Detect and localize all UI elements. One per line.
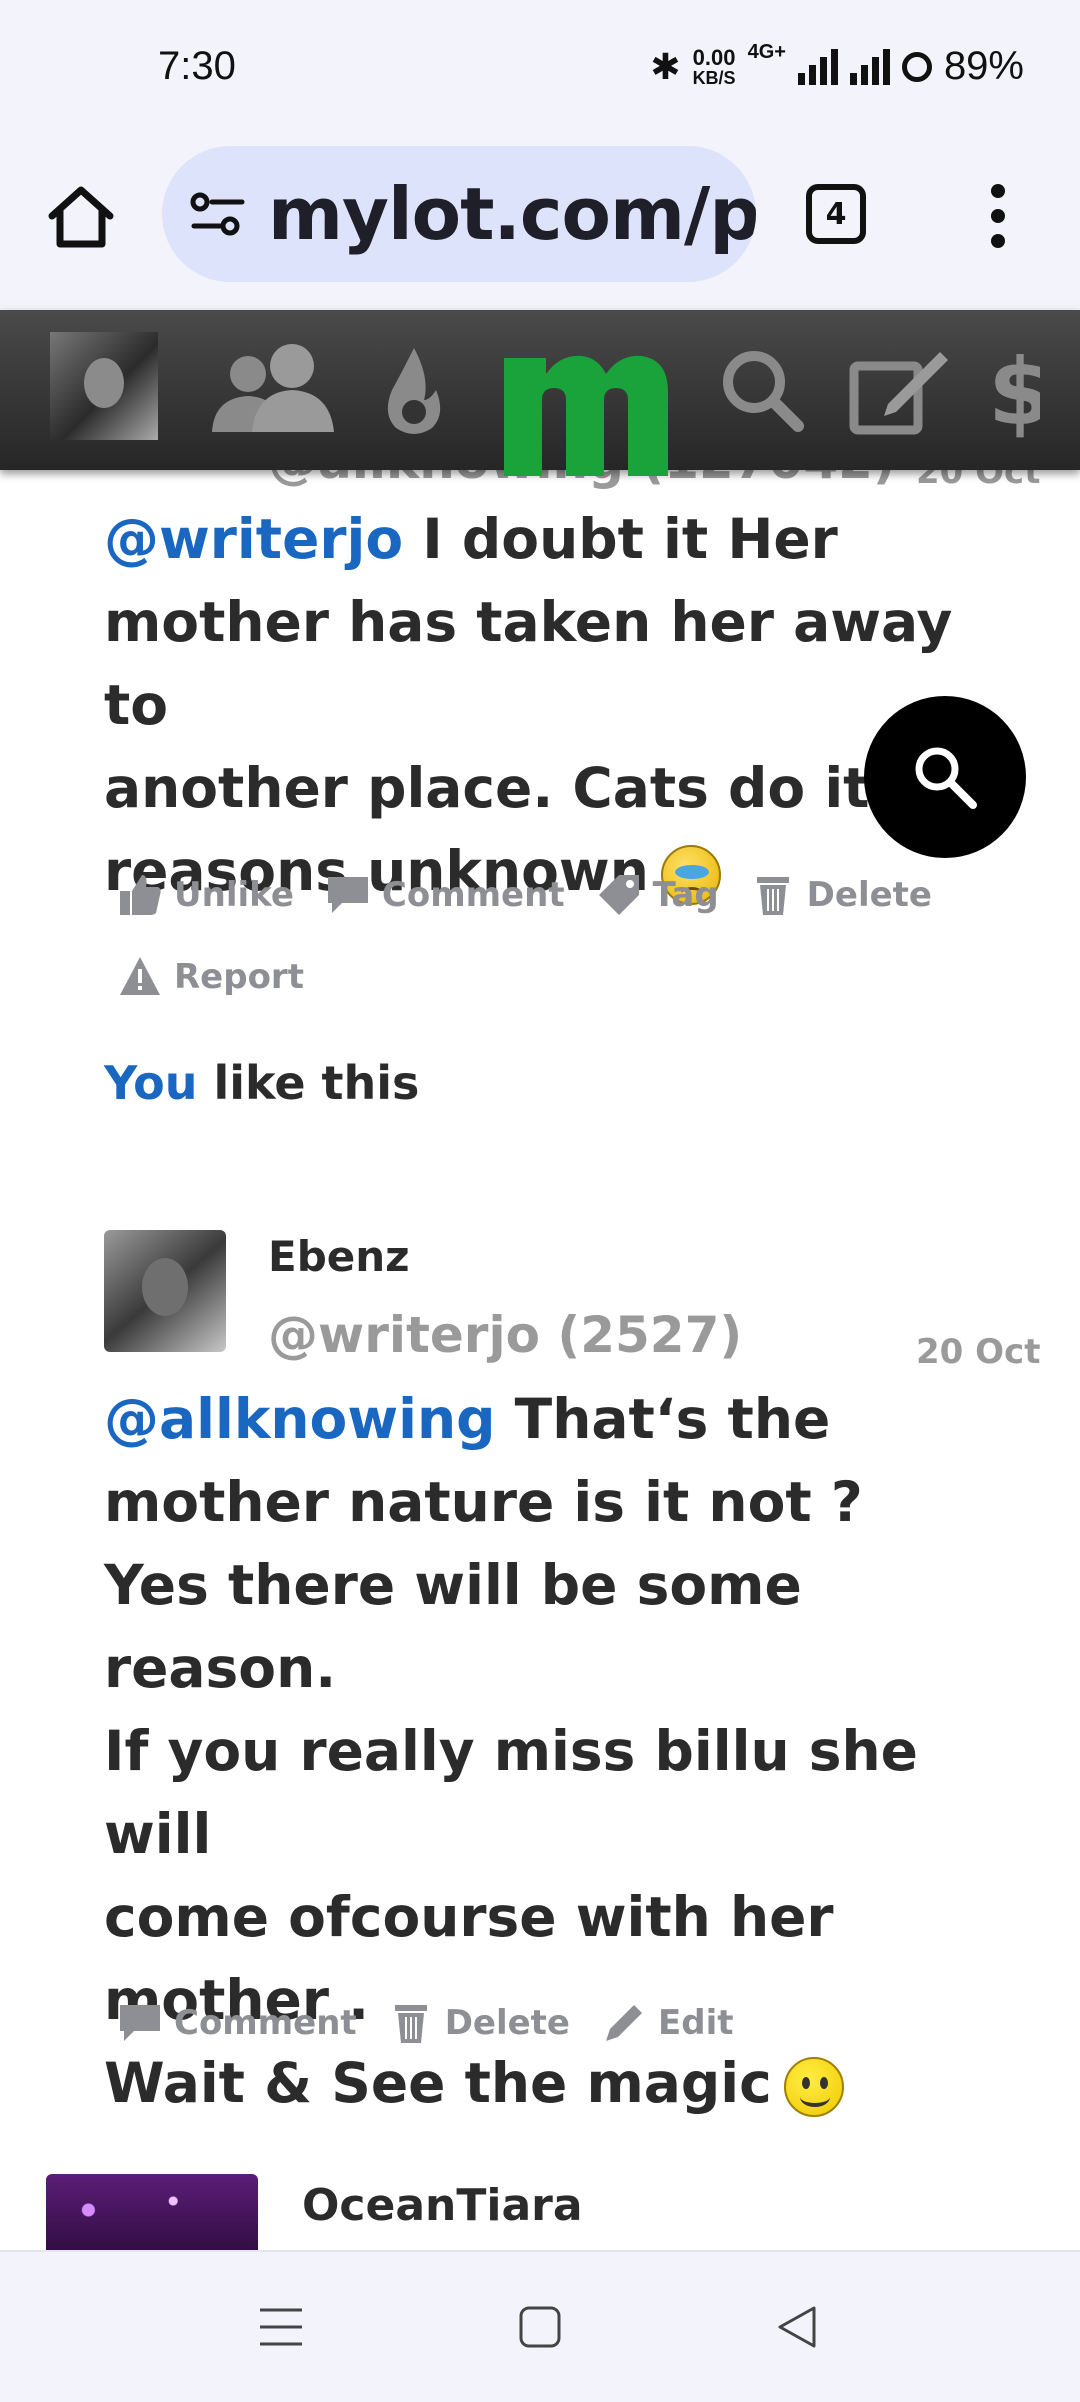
delete-button[interactable]: Delete [389, 1996, 570, 2050]
back-icon[interactable] [774, 2304, 820, 2350]
search-icon[interactable] [716, 340, 806, 440]
address-bar[interactable]: mylot.com/p [162, 146, 756, 282]
write-icon[interactable] [848, 340, 952, 440]
comment-text: @writerjo I doubt it Her mother has take… [104, 507, 978, 905]
tag-icon [598, 875, 639, 915]
smiley-emoji [783, 2056, 844, 2117]
floating-search-button[interactable] [864, 696, 1026, 858]
mention-link[interactable]: @writerjo [104, 507, 403, 571]
search-icon [915, 747, 977, 809]
svg-text:$: $ [988, 340, 1040, 440]
comment-actions: Unlike Comment Tag Delete Report [118, 868, 938, 1004]
earnings-dollar-icon[interactable]: $ [984, 340, 1040, 440]
overflow-menu-icon[interactable] [988, 184, 1008, 248]
profile-avatar[interactable] [50, 332, 158, 440]
report-button[interactable]: Report [118, 950, 304, 1004]
thumbs-up-icon [120, 875, 161, 915]
battery-level: 89% [943, 44, 1024, 88]
comment-icon [120, 2005, 160, 2041]
mylot-logo[interactable] [498, 300, 670, 476]
edit-button[interactable]: Edit [602, 1996, 733, 2050]
bluetooth-icon: ✱ [650, 45, 681, 87]
network-speed: 0.00 KB/S [692, 44, 736, 88]
comment-date: 20 Oct [916, 470, 1041, 492]
mention-link[interactable]: @allknowing [104, 1387, 496, 1451]
network-type: 4G+ [747, 41, 786, 63]
unlike-button[interactable]: Unlike [118, 868, 294, 922]
comment-button[interactable]: Comment [118, 1996, 357, 2050]
comment-button[interactable]: Comment [326, 868, 565, 922]
trash-icon [394, 2005, 427, 2043]
comment-actions: Comment Delete Edit [118, 1996, 938, 2050]
comment-handle[interactable]: @writerjo (2527) [268, 1306, 742, 1364]
avatar[interactable] [46, 2174, 258, 2250]
system-nav-bar [0, 2250, 1080, 2402]
site-settings-icon[interactable] [190, 190, 246, 238]
battery-ring-icon [901, 51, 932, 82]
signal-icon [797, 48, 838, 85]
recent-apps-icon[interactable] [258, 2304, 304, 2350]
comment-date: 20 Oct [916, 1332, 1041, 1372]
friends-icon[interactable] [204, 340, 340, 440]
home-nav-icon[interactable] [518, 2304, 562, 2350]
tab-switcher-button[interactable]: 4 [806, 184, 866, 244]
pencil-icon [606, 2005, 642, 2041]
status-bar: 7:30 ✱ 0.00 KB/S 4G+ 89% [0, 0, 1080, 140]
avatar[interactable] [104, 1230, 226, 1352]
comment-author-name[interactable]: OceanTiara [302, 2180, 583, 2231]
tag-button[interactable]: Tag [597, 868, 719, 922]
delete-button[interactable]: Delete [751, 868, 932, 922]
comment-author-name[interactable]: Ebenz [268, 1232, 410, 1281]
browser-toolbar: mylot.com/p 4 [0, 140, 1080, 310]
warning-icon [120, 957, 160, 995]
likes-summary: You like this [104, 1056, 420, 1110]
comment-icon [327, 877, 368, 913]
status-icons: ✱ 0.00 KB/S 4G+ 89% [650, 41, 1024, 89]
home-icon[interactable] [44, 180, 118, 254]
trash-icon [756, 877, 789, 915]
url-text[interactable]: mylot.com/p [268, 172, 756, 256]
hot-flame-icon[interactable] [380, 340, 448, 440]
signal-icon-2 [849, 48, 890, 85]
status-time: 7:30 [158, 44, 236, 88]
site-nav-bar: $ [0, 310, 1080, 476]
